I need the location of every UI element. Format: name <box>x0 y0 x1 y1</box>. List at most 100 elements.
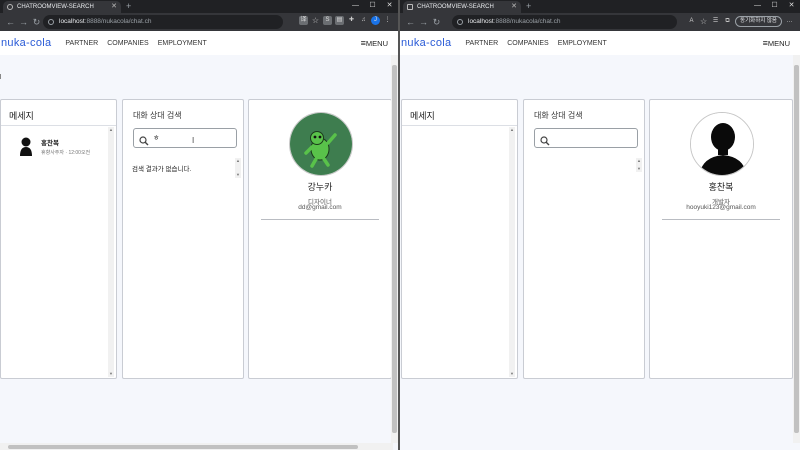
maximize-icon[interactable]: ☐ <box>766 0 783 13</box>
menu-label: MENU <box>767 39 790 48</box>
url-field[interactable]: localhost:8888/nukacola/chat.ch <box>43 15 283 29</box>
messages-title: 메세지 <box>402 100 517 126</box>
read-aloud-icon[interactable]: A <box>687 17 696 26</box>
media-icon[interactable]: ♫ <box>359 16 368 25</box>
url-path: :8888/nukacola/chat.ch <box>493 18 561 25</box>
room-subtitle: 휴향사주자 · 12:00오전 <box>41 149 91 156</box>
scroll-down-icon[interactable]: ▼ <box>636 166 642 172</box>
kebab-menu-icon[interactable]: ⋮ <box>383 16 392 25</box>
new-tab-button[interactable]: + <box>126 0 131 13</box>
new-tab-button[interactable]: + <box>526 0 531 13</box>
page-scrollbar[interactable] <box>793 55 800 443</box>
profile-icon[interactable]: J <box>371 16 380 25</box>
messages-scrollbar[interactable]: ▲ ▼ <box>108 127 114 377</box>
minimize-icon[interactable]: — <box>749 0 766 13</box>
nav-companies[interactable]: COMPANIES <box>107 40 149 47</box>
tab-title: CHATROOMVIEW-SEARCH <box>17 4 94 10</box>
empty-result-text: 검색 결과가 없습니다. <box>132 166 192 173</box>
tab-bar: CHATROOMVIEW-SEARCH ✕ + — ☐ ✕ <box>0 0 398 13</box>
url-field[interactable]: localhost:8888/nukacola/chat.ch <box>452 15 677 29</box>
forward-icon[interactable]: → <box>417 17 430 27</box>
scroll-down-icon[interactable]: ▼ <box>108 371 114 377</box>
reload-icon[interactable]: ↻ <box>30 17 43 28</box>
maximize-icon[interactable]: ☐ <box>364 0 381 13</box>
info-icon[interactable] <box>457 19 463 25</box>
app-navbar: nuka-cola PARTNER COMPANIES EMPLOYMENT ≡… <box>400 31 800 55</box>
browser-tab[interactable]: CHATROOMVIEW-SEARCH ✕ <box>3 1 121 13</box>
scroll-down-icon[interactable]: ▼ <box>509 371 515 377</box>
logo[interactable]: nuka-cola <box>1 37 51 49</box>
menu-button[interactable]: ≡MENU <box>763 31 790 56</box>
close-tab-icon[interactable]: ✕ <box>111 1 117 13</box>
url-host: localhost <box>59 18 85 25</box>
right-browser-window: CHATROOMVIEW-SEARCH ✕ + — ☐ ✕ ← → ↻ loca… <box>400 0 800 450</box>
collections-icon[interactable]: ⧉ <box>723 17 732 26</box>
messages-panel: 메세지 ▲ ▼ 홍찬복 휴향사주자 · 12:00오전 <box>0 99 117 379</box>
page-scrollbar[interactable] <box>391 55 398 443</box>
page-icon <box>407 4 413 10</box>
address-bar: ← → ↻ localhost:8888/nukacola/chat.ch A … <box>400 13 800 31</box>
url-path: :8888/nukacola/chat.ch <box>84 18 152 25</box>
profile-panel: 홍찬복 개발자 hooyuki123@gmail.com <box>649 99 793 379</box>
translate-icon[interactable]: 译 <box>299 16 308 25</box>
close-window-icon[interactable]: ✕ <box>381 0 398 13</box>
scroll-up-icon[interactable]: ▲ <box>509 127 515 133</box>
scroll-up-icon[interactable]: ▲ <box>108 127 114 133</box>
minimize-icon[interactable]: — <box>347 0 364 13</box>
search-input[interactable]: ㅎ I <box>133 128 237 148</box>
menu-button[interactable]: ≡MENU <box>361 31 388 56</box>
chat-room-item[interactable]: 홍찬복 휴향사주자 · 12:00오전 <box>19 136 90 156</box>
profile-avatar <box>289 112 353 176</box>
app-navbar: nuka-cola PARTNER COMPANIES EMPLOYMENT ≡… <box>0 31 398 55</box>
sync-button[interactable]: 동기화하지 않음 <box>735 16 782 27</box>
profile-panel: 강누카 디자이너 dd@gmail.com <box>248 99 392 379</box>
tab-title: CHATROOMVIEW-SEARCH <box>417 4 494 10</box>
search-input[interactable] <box>534 128 638 148</box>
extensions: A ☆ ☰ ⧉ 동기화하지 않음 … <box>687 16 794 27</box>
messages-scrollbar[interactable]: ▲ ▼ <box>509 127 515 377</box>
scroll-thumb[interactable] <box>8 445 358 449</box>
divider <box>261 219 379 220</box>
nav-employment[interactable]: EMPLOYMENT <box>158 40 207 47</box>
favorites-icon[interactable]: ☰ <box>711 17 720 26</box>
nav-links: PARTNER COMPANIES EMPLOYMENT <box>65 40 206 47</box>
tab-bar: CHATROOMVIEW-SEARCH ✕ + — ☐ ✕ <box>400 0 800 13</box>
star-icon[interactable]: ☆ <box>311 16 320 25</box>
results-scrollbar[interactable]: ▲ ▼ <box>235 158 241 178</box>
browser-tab[interactable]: CHATROOMVIEW-SEARCH ✕ <box>403 1 521 13</box>
nav-employment[interactable]: EMPLOYMENT <box>558 40 607 47</box>
back-icon[interactable]: ← <box>4 17 17 27</box>
nav-partner[interactable]: PARTNER <box>65 40 98 47</box>
nav-companies[interactable]: COMPANIES <box>507 40 549 47</box>
scroll-up-icon[interactable]: ▲ <box>235 158 241 164</box>
nav-partner[interactable]: PARTNER <box>465 40 498 47</box>
results-scrollbar[interactable]: ▲ ▼ <box>636 158 642 172</box>
back-icon[interactable]: ← <box>404 17 417 27</box>
search-panel: 대화 상대 검색 ▲ ▼ <box>523 99 645 379</box>
forward-icon[interactable]: → <box>17 17 30 27</box>
star-icon[interactable]: ☆ <box>699 17 708 26</box>
messages-title: 메세지 <box>1 100 116 126</box>
extension-icon[interactable]: S <box>323 16 332 25</box>
close-window-icon[interactable]: ✕ <box>783 0 800 13</box>
url-host: localhost <box>468 18 494 25</box>
logo[interactable]: nuka-cola <box>401 37 451 49</box>
puzzle-icon[interactable]: ✚ <box>347 16 356 25</box>
scroll-thumb[interactable] <box>794 65 799 433</box>
reload-icon[interactable]: ↻ <box>430 17 443 28</box>
scroll-up-icon[interactable]: ▲ <box>636 158 642 164</box>
extension-icon[interactable]: ▤ <box>335 16 344 25</box>
profile-email: dd@gmail.com <box>298 204 342 211</box>
divider <box>662 219 780 220</box>
scroll-down-icon[interactable]: ▼ <box>235 172 241 178</box>
search-value: ㅎ <box>153 135 160 142</box>
search-title: 대화 상대 검색 <box>534 111 583 120</box>
scroll-thumb[interactable] <box>392 65 397 433</box>
window-controls: — ☐ ✕ <box>347 0 398 13</box>
more-icon[interactable]: … <box>785 17 794 26</box>
info-icon[interactable] <box>48 19 54 25</box>
horizontal-scrollbar[interactable] <box>0 443 393 450</box>
search-panel: 대화 상대 검색 ㅎ I ▲ ▼ 검색 결과가 없습니다. <box>122 99 244 379</box>
window-controls: — ☐ ✕ <box>749 0 800 13</box>
close-tab-icon[interactable]: ✕ <box>511 1 517 13</box>
